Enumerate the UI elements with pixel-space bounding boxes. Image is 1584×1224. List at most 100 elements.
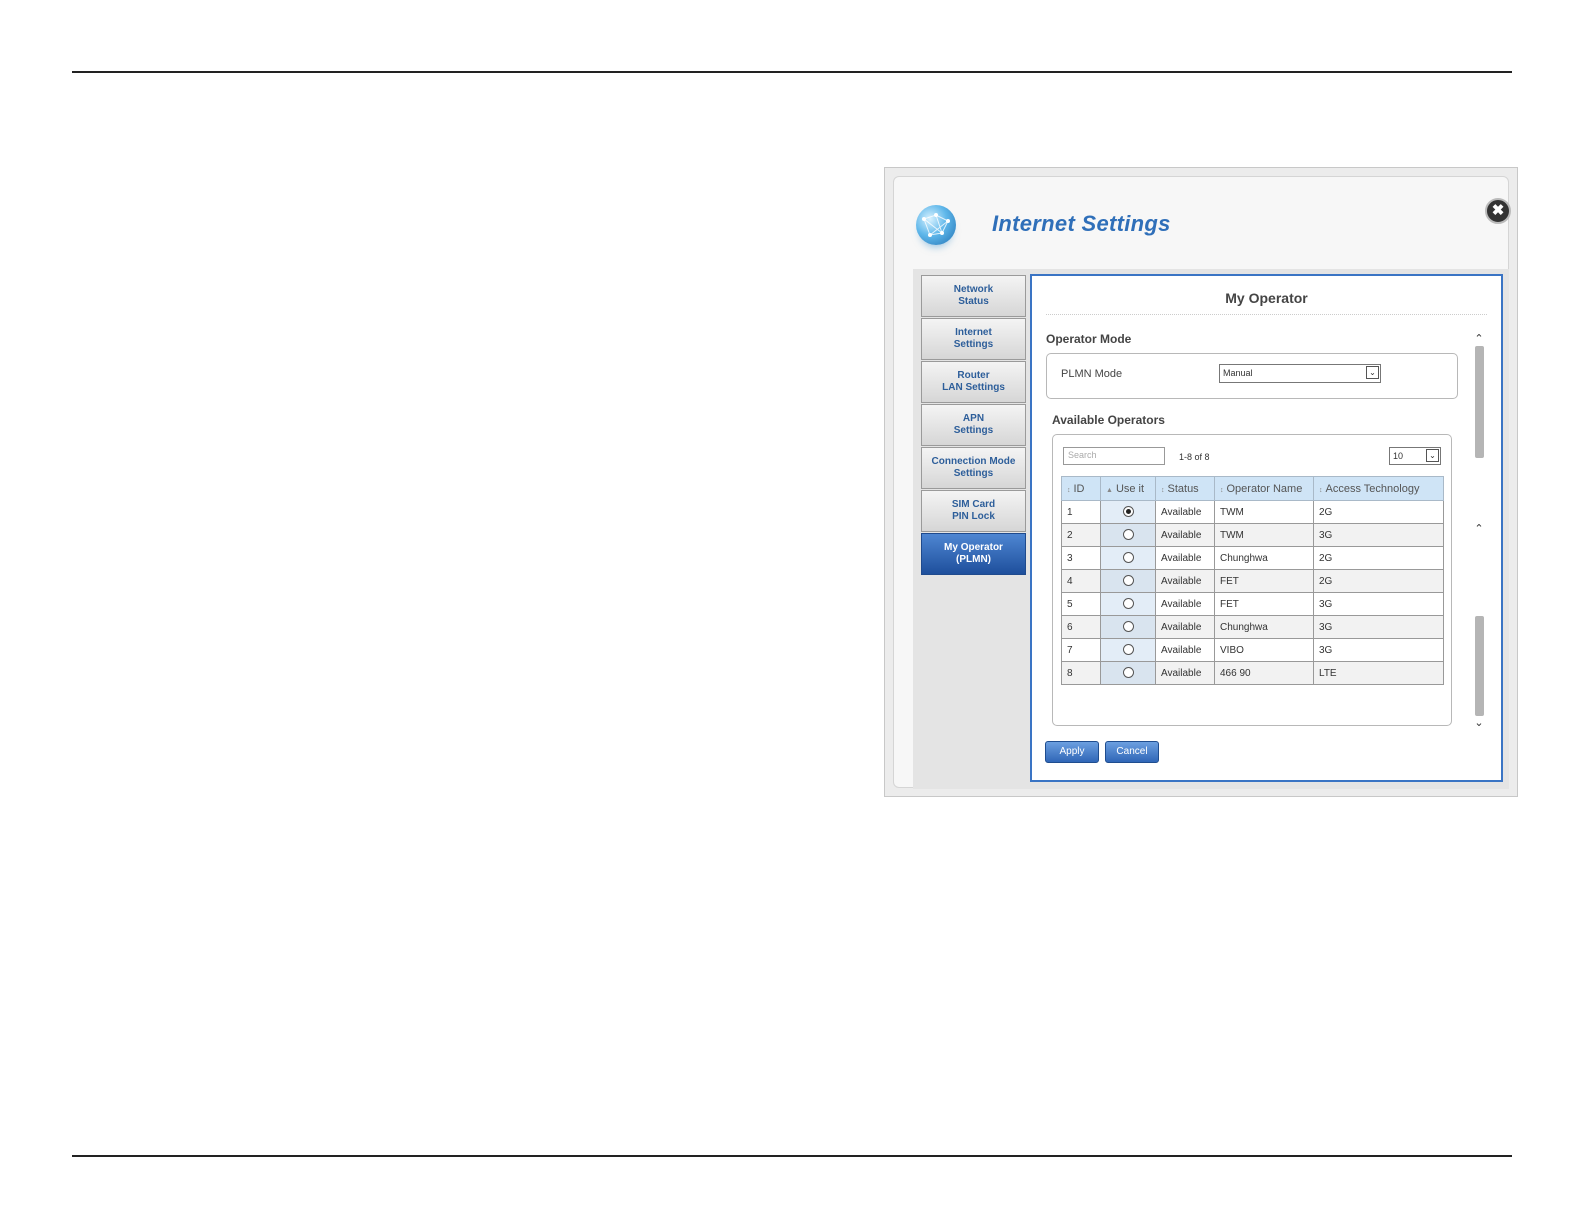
use-it-radio[interactable]	[1122, 552, 1134, 564]
use-it-radio[interactable]	[1122, 598, 1134, 610]
column-header-operator-name[interactable]: ↕ Operator Name	[1214, 476, 1314, 501]
cell-operator-name: Chunghwa	[1214, 615, 1314, 639]
use-it-radio[interactable]	[1122, 621, 1134, 633]
my-operator-panel: My Operator ⌃ ⌃ ⌄ Operator Mode PLMN Mod…	[1030, 274, 1503, 782]
cell-access-technology: 3G	[1313, 592, 1444, 616]
operator-mode-heading: Operator Mode	[1046, 332, 1132, 346]
sidebar-item-connection-mode[interactable]: Connection Mode Settings	[921, 447, 1026, 489]
cell-status: Available	[1155, 592, 1215, 616]
available-operators-box: Search 1-8 of 8 10 ⌄ ↕ ID ▲ Use it ↕ Status ↕ O…	[1052, 434, 1452, 726]
column-header-label: Access Technology	[1325, 482, 1420, 495]
cell-status: Available	[1155, 546, 1215, 570]
dialog-body: Network Status Internet Settings Router LAN S…	[913, 269, 1509, 789]
table-row: 7 Available VIBO 3G	[1061, 638, 1444, 662]
use-it-radio[interactable]	[1122, 644, 1134, 656]
chevron-down-icon: ⌄	[1426, 449, 1439, 462]
table-row: 4 Available FET 2G	[1061, 569, 1444, 593]
globe-icon	[916, 205, 956, 245]
column-header-status[interactable]: ↕ Status	[1155, 476, 1215, 501]
page-size-value: 10	[1393, 451, 1404, 461]
cell-access-technology: 3G	[1313, 638, 1444, 662]
table-header-row: ↕ ID ▲ Use it ↕ Status ↕ Operator Name ↕ Access T…	[1061, 476, 1444, 501]
sidebar-item-label: APN Settings	[954, 413, 993, 437]
scrollbar-track-lower[interactable]	[1475, 616, 1484, 716]
cell-use-it	[1100, 638, 1156, 662]
cell-use-it	[1100, 615, 1156, 639]
scroll-up-icon[interactable]: ⌃	[1474, 332, 1484, 346]
cell-access-technology: 2G	[1313, 546, 1444, 570]
cell-use-it	[1100, 546, 1156, 570]
dialog-title: Internet Settings	[992, 211, 1171, 236]
cell-id: 1	[1061, 500, 1101, 524]
sidebar-item-label: Network Status	[954, 284, 993, 308]
operator-mode-box: PLMN Mode Manual ⌄	[1046, 353, 1458, 399]
sort-icon: ↕	[1220, 486, 1224, 494]
column-header-use-it[interactable]: ▲ Use it	[1100, 476, 1156, 501]
sidebar-item-router[interactable]: Router LAN Settings	[921, 361, 1026, 403]
scrollbar-thumb[interactable]	[1475, 346, 1484, 458]
column-header-id[interactable]: ↕ ID	[1061, 476, 1101, 501]
sidebar-item-line2: Settings	[953, 339, 994, 350]
sidebar-item-line1: Router	[957, 370, 990, 381]
use-it-radio[interactable]	[1122, 667, 1134, 679]
page-size-select[interactable]: 10 ⌄	[1389, 447, 1441, 465]
column-header-access-technology[interactable]: ↕ Access Technology	[1313, 476, 1444, 501]
sidebar-item-internet[interactable]: Internet Settings	[921, 318, 1026, 360]
plmn-mode-select[interactable]: Manual ⌄	[1219, 364, 1381, 383]
cell-use-it	[1100, 500, 1156, 524]
cell-status: Available	[1155, 500, 1215, 524]
cell-operator-name: TWM	[1214, 523, 1314, 547]
cell-access-technology: 3G	[1313, 523, 1444, 547]
cell-id: 7	[1061, 638, 1101, 662]
panel-scrollbar[interactable]: ⌃ ⌃ ⌄	[1474, 332, 1484, 730]
sidebar-nav: Network Status Internet Settings Router LAN S…	[921, 275, 1026, 576]
column-header-label: ID	[1073, 482, 1085, 495]
operators-table: ↕ ID ▲ Use it ↕ Status ↕ Operator Name ↕ Access T…	[1061, 476, 1444, 685]
cell-operator-name: FET	[1214, 569, 1314, 593]
plmn-mode-value: Manual	[1223, 368, 1253, 378]
sidebar-item-line2: Settings	[953, 468, 994, 479]
sidebar-item-label: Internet Settings	[954, 327, 993, 351]
use-it-radio[interactable]	[1122, 506, 1134, 518]
cancel-button[interactable]: Cancel	[1105, 741, 1159, 763]
column-header-label: Operator Name	[1226, 482, 1303, 495]
close-icon[interactable]: ✖	[1485, 198, 1511, 224]
cell-id: 4	[1061, 569, 1101, 593]
sort-icon: ↕	[1319, 486, 1323, 494]
table-row: 2 Available TWM 3G	[1061, 523, 1444, 547]
sidebar-item-line1: Network	[953, 284, 994, 295]
search-input[interactable]: Search	[1063, 447, 1165, 465]
table-row: 8 Available 466 90 LTE	[1061, 661, 1444, 685]
use-it-radio[interactable]	[1122, 575, 1134, 587]
table-row: 1 Available TWM 2G	[1061, 500, 1444, 524]
column-header-label: Status	[1167, 482, 1199, 495]
sidebar-item-line2: Status	[958, 296, 989, 307]
cell-use-it	[1100, 569, 1156, 593]
cell-access-technology: 2G	[1313, 500, 1444, 524]
cell-use-it	[1100, 592, 1156, 616]
cell-operator-name: FET	[1214, 592, 1314, 616]
sidebar-item-my-operator[interactable]: My Operator (PLMN)	[921, 533, 1026, 575]
cell-id: 2	[1061, 523, 1101, 547]
sidebar-item-apn[interactable]: APN Settings	[921, 404, 1026, 446]
use-it-radio[interactable]	[1122, 529, 1134, 541]
table-row: 6 Available Chunghwa 3G	[1061, 615, 1444, 639]
cell-access-technology: LTE	[1313, 661, 1444, 685]
sidebar-item-line2: LAN Settings	[942, 382, 1005, 393]
cell-use-it	[1100, 523, 1156, 547]
chevron-down-icon: ⌄	[1366, 366, 1379, 379]
scroll-down-icon[interactable]: ⌄	[1474, 716, 1484, 730]
sidebar-item-sim-card[interactable]: SIM Card PIN Lock	[921, 490, 1026, 532]
cell-operator-name: VIBO	[1214, 638, 1314, 662]
sidebar-item-line1: APN	[962, 413, 985, 424]
internet-settings-dialog: Internet Settings ✖ Network Status Interne…	[884, 167, 1518, 797]
panel-title: My Operator	[1046, 290, 1487, 315]
apply-button[interactable]: Apply	[1045, 741, 1099, 763]
sidebar-item-network[interactable]: Network Status	[921, 275, 1026, 317]
column-header-label: Use it	[1115, 482, 1145, 495]
result-count: 1-8 of 8	[1179, 452, 1210, 462]
cell-id: 3	[1061, 546, 1101, 570]
cell-status: Available	[1155, 569, 1215, 593]
sidebar-item-line1: SIM Card	[951, 499, 996, 510]
scroll-mid-chevron-icon: ⌃	[1474, 523, 1484, 535]
